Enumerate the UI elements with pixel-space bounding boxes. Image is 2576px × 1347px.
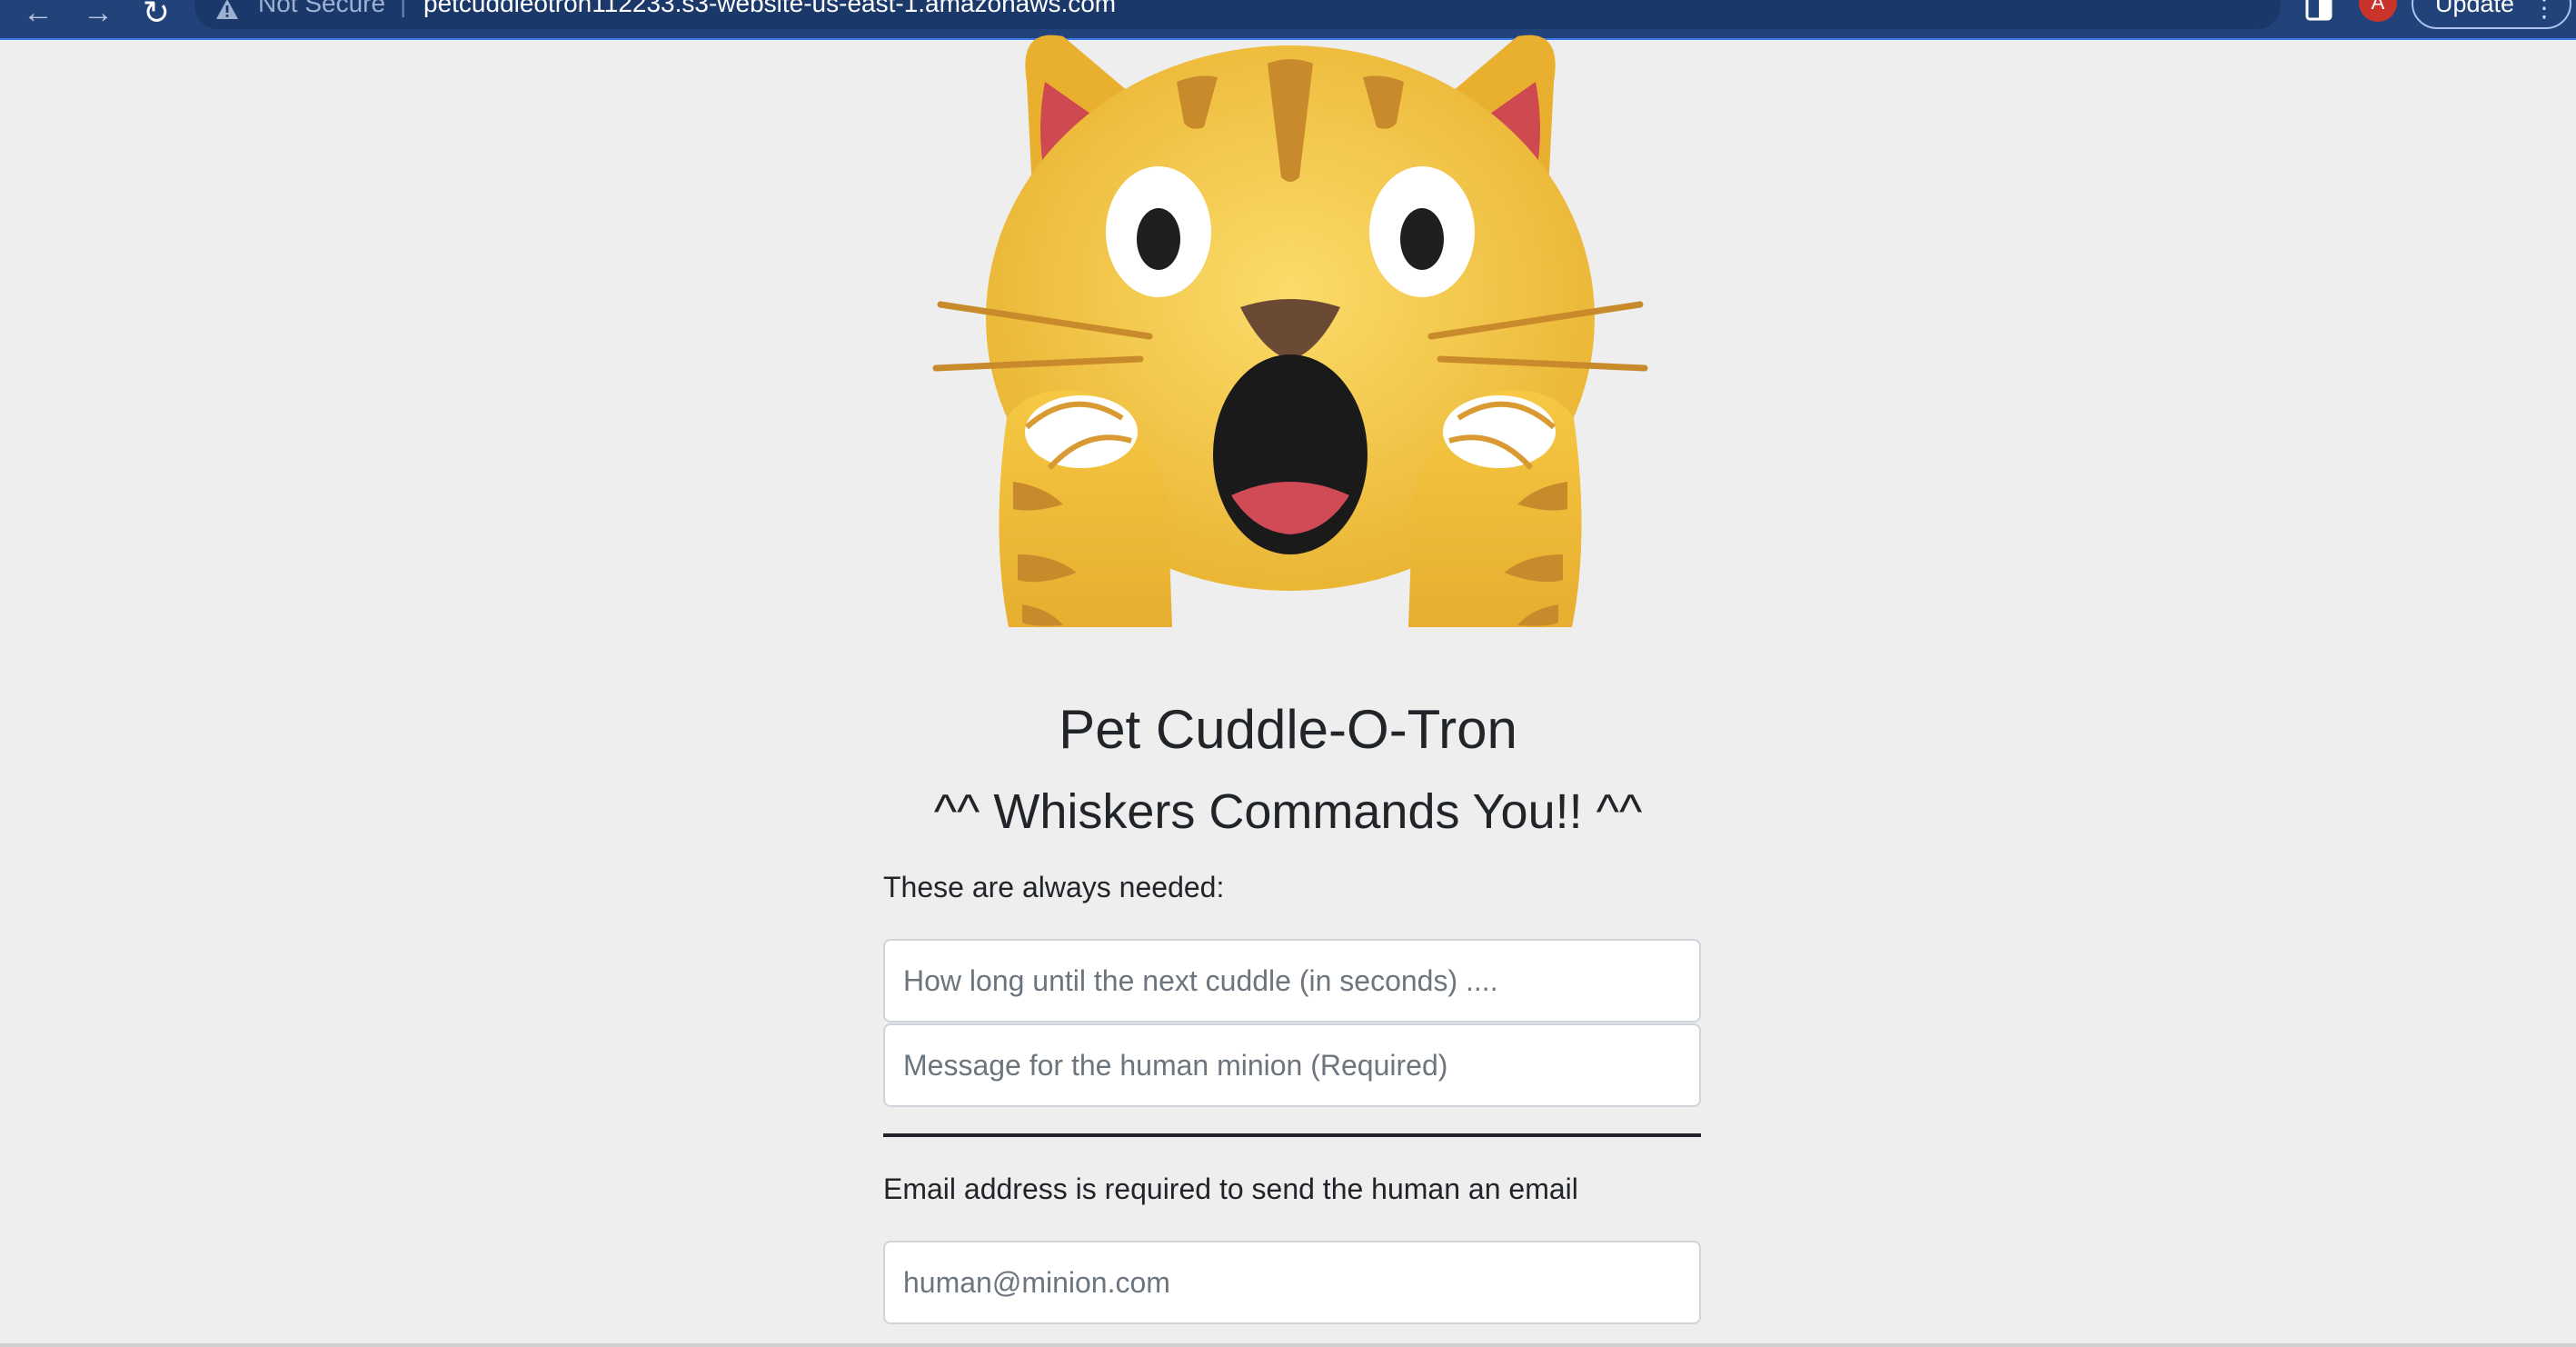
reload-icon[interactable]: ↻: [136, 0, 176, 33]
email-help-label: Email address is required to send the hu…: [883, 1172, 1578, 1205]
weary-cat-face-emoji: [932, 35, 1648, 627]
form-divider: [883, 1133, 1701, 1137]
update-button-label: Update: [2435, 0, 2515, 17]
update-button[interactable]: Update ⋮: [2412, 0, 2571, 29]
address-bar[interactable]: Not Secure | petcuddleotron112233.s3-web…: [194, 0, 2450, 29]
side-panel-icon[interactable]: [2304, 0, 2333, 22]
url-separator: |: [400, 0, 407, 17]
kebab-menu-icon[interactable]: ⋮: [2531, 0, 2557, 23]
profile-avatar[interactable]: A: [2359, 0, 2397, 22]
arrow-right-icon[interactable]: →: [78, 0, 118, 33]
security-status-label[interactable]: Not Secure: [258, 0, 385, 18]
message-input[interactable]: [883, 1023, 1701, 1107]
arrow-left-icon[interactable]: ←: [18, 0, 58, 33]
viewport-bottom-edge: [0, 1343, 2576, 1347]
page-title: Pet Cuddle-O-Tron: [1059, 699, 1517, 760]
cuddle-delay-input[interactable]: [883, 939, 1701, 1023]
required-fields-label: These are always needed:: [883, 871, 1225, 903]
page-subtitle: ^^ Whiskers Commands You!! ^^: [933, 784, 1643, 839]
email-input[interactable]: [883, 1241, 1701, 1324]
url-text[interactable]: petcuddleotron112233.s3-website-us-east-…: [423, 0, 1116, 18]
warning-triangle-icon[interactable]: [214, 0, 240, 22]
